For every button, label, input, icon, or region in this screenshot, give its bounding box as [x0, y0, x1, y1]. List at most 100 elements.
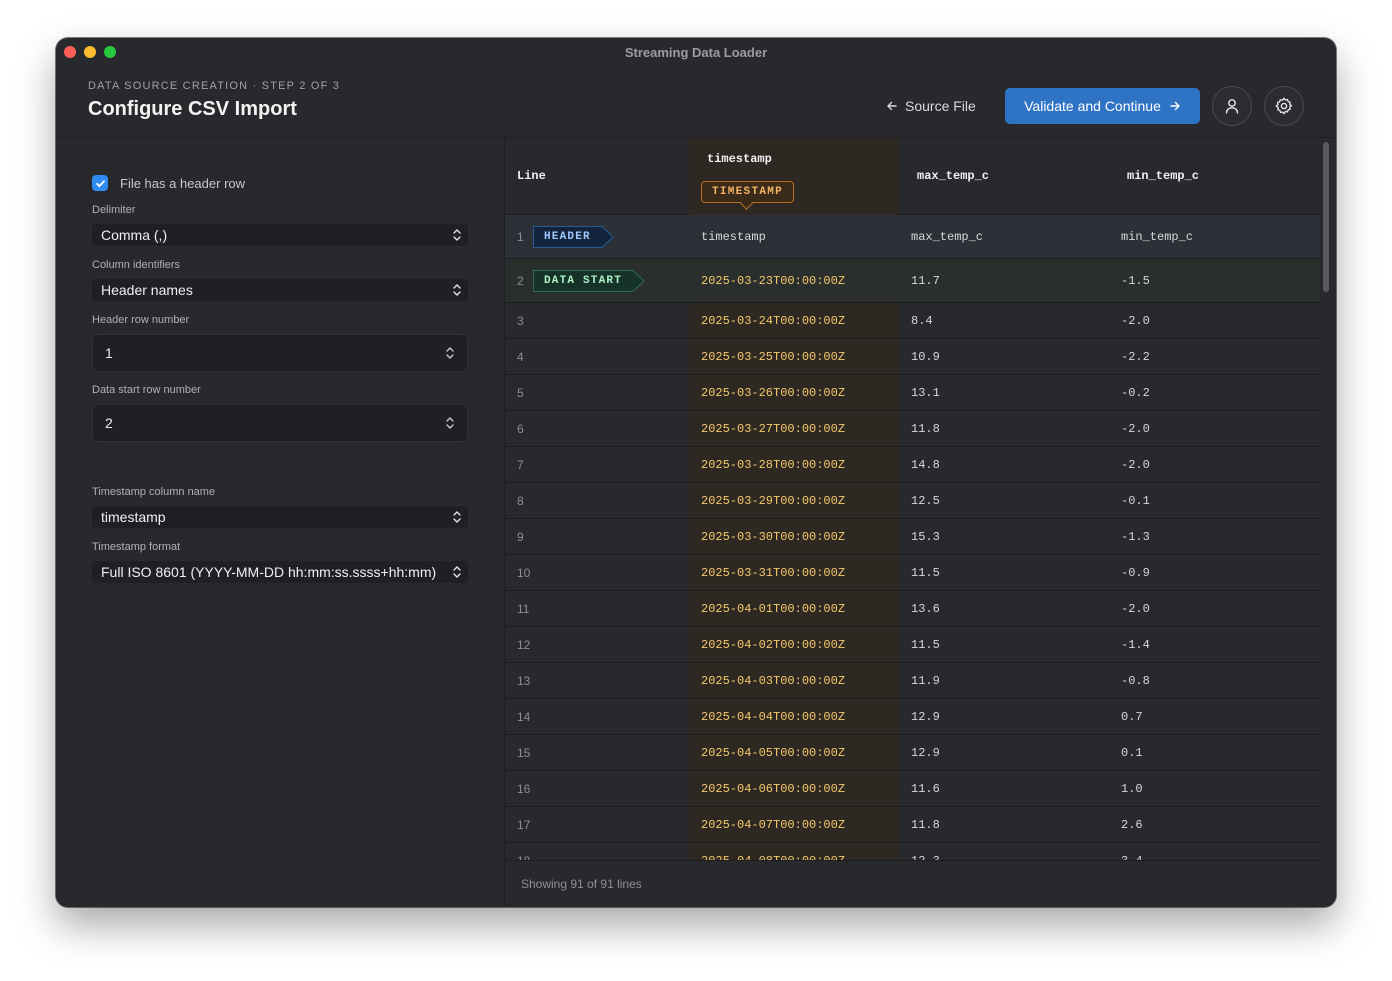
- line-number: 6: [517, 421, 524, 436]
- line-number: 9: [517, 529, 524, 544]
- back-button-label: Source File: [905, 98, 976, 114]
- arrow-right-icon: [1170, 101, 1180, 111]
- tag-label: HEADER: [544, 230, 591, 243]
- close-window-button[interactable]: [64, 46, 76, 58]
- table-row[interactable]: 15 2025-04-05T00:00:00Z 12.9 0.1: [505, 735, 1320, 771]
- table-row[interactable]: 11 2025-04-01T00:00:00Z 13.6 -2.0: [505, 591, 1320, 627]
- header-row-number-stepper[interactable]: 1: [92, 334, 468, 372]
- scrollbar-thumb[interactable]: [1323, 142, 1329, 292]
- max-temp-cell: 13.1: [911, 385, 940, 400]
- min-temp-cell: -2.0: [1121, 313, 1150, 328]
- data-start-row-value: 2: [105, 415, 113, 431]
- table-header: Line timestamp TIMESTAMP max_temp_c min_…: [505, 138, 1320, 215]
- validate-button-label: Validate and Continue: [1024, 98, 1161, 114]
- timestamp-column-select[interactable]: timestamp: [92, 506, 468, 528]
- table-row[interactable]: 7 2025-03-28T00:00:00Z 14.8 -2.0: [505, 447, 1320, 483]
- line-number: 4: [517, 349, 524, 364]
- max-temp-cell: 14.8: [911, 457, 940, 472]
- timestamp-cell: 2025-03-25T00:00:00Z: [689, 339, 899, 374]
- min-temp-cell: min_temp_c: [1121, 229, 1194, 244]
- table-row[interactable]: 12 2025-04-02T00:00:00Z 11.5 -1.4: [505, 627, 1320, 663]
- max-temp-cell: 11.6: [911, 781, 940, 796]
- min-temp-cell: 0.7: [1121, 709, 1143, 724]
- timestamp-cell: 2025-03-30T00:00:00Z: [689, 519, 899, 554]
- page-header: DATA SOURCE CREATION · STEP 2 OF 3 Confi…: [56, 66, 1336, 138]
- timestamp-column-label: Timestamp column name: [92, 486, 216, 498]
- data-start-row-stepper[interactable]: 2: [92, 404, 468, 442]
- max-temp-cell: 11.7: [911, 273, 940, 288]
- table-row[interactable]: 18 2025-04-08T00:00:00Z 12.3 3.4: [505, 843, 1320, 860]
- delimiter-select[interactable]: Comma (,): [92, 224, 468, 246]
- min-temp-cell: 1.0: [1121, 781, 1143, 796]
- timestamp-format-value: Full ISO 8601 (YYYY-MM-DD hh:mm:ss.ssss+…: [101, 564, 437, 580]
- validate-and-continue-button[interactable]: Validate and Continue: [1005, 88, 1200, 124]
- chevron-up-down-icon: [453, 511, 461, 523]
- table-row[interactable]: 8 2025-03-29T00:00:00Z 12.5 -0.1: [505, 483, 1320, 519]
- table-row[interactable]: 1 HEADER timestamp max_temp_c min_temp_c: [505, 215, 1320, 259]
- column-header-min-temp[interactable]: min_temp_c: [1127, 138, 1199, 215]
- header-row-checkbox-row[interactable]: File has a header row: [92, 175, 245, 191]
- header-row-checkbox[interactable]: [92, 175, 108, 191]
- table-row[interactable]: 3 2025-03-24T00:00:00Z 8.4 -2.0: [505, 303, 1320, 339]
- data-start-row-label: Data start row number: [92, 384, 201, 396]
- max-temp-cell: 11.9: [911, 673, 940, 688]
- line-number: 15: [517, 745, 531, 760]
- delimiter-value: Comma (,): [101, 227, 168, 243]
- line-number: 18: [517, 843, 530, 861]
- arrow-left-icon: [887, 101, 897, 111]
- timestamp-cell: 2025-03-29T00:00:00Z: [689, 483, 899, 518]
- line-number: 3: [517, 313, 524, 328]
- column-identifiers-select[interactable]: Header names: [92, 279, 468, 301]
- data-start-tag: DATA START: [533, 269, 645, 292]
- timestamp-format-select[interactable]: Full ISO 8601 (YYYY-MM-DD hh:mm:ss.ssss+…: [92, 561, 468, 583]
- stepper-arrows-icon[interactable]: [445, 415, 455, 431]
- table-row[interactable]: 17 2025-04-07T00:00:00Z 11.8 2.6: [505, 807, 1320, 843]
- min-temp-cell: -1.3: [1121, 529, 1150, 544]
- timestamp-cell: 2025-03-27T00:00:00Z: [689, 411, 899, 446]
- line-number: 1: [517, 229, 524, 244]
- line-number: 8: [517, 493, 524, 508]
- timestamp-format-label: Timestamp format: [92, 541, 181, 553]
- chevron-up-down-icon: [453, 284, 461, 296]
- timestamp-cell: 2025-04-02T00:00:00Z: [689, 627, 899, 662]
- line-number: 13: [517, 673, 531, 688]
- table-row[interactable]: 9 2025-03-30T00:00:00Z 15.3 -1.3: [505, 519, 1320, 555]
- line-number: 12: [517, 637, 531, 652]
- column-header-max-temp[interactable]: max_temp_c: [917, 138, 989, 215]
- table-row[interactable]: 2 DATA START 2025-03-23T00:00:00Z 11.7 -1.5: [505, 259, 1320, 303]
- import-settings-panel: File has a header row Delimiter Comma (,…: [56, 138, 505, 907]
- header-row-checkbox-label: File has a header row: [120, 175, 246, 191]
- checkmark-icon: [95, 179, 105, 187]
- tag-arrow-icon: [623, 269, 645, 292]
- chevron-up-down-icon: [453, 229, 461, 241]
- max-temp-cell: 12.9: [911, 709, 940, 724]
- table-body: 1 HEADER timestamp max_temp_c min_temp_c 2 DAT…: [505, 215, 1320, 860]
- min-temp-cell: -2.2: [1121, 349, 1150, 364]
- line-number: 10: [517, 565, 531, 580]
- table-row[interactable]: 6 2025-03-27T00:00:00Z 11.8 -2.0: [505, 411, 1320, 447]
- minimize-window-button[interactable]: [84, 46, 96, 58]
- header-row-number-value: 1: [105, 345, 113, 361]
- stepper-arrows-icon[interactable]: [445, 345, 455, 361]
- settings-button[interactable]: [1264, 86, 1304, 126]
- breadcrumb: DATA SOURCE CREATION · STEP 2 OF 3: [88, 80, 341, 92]
- table-row[interactable]: 14 2025-04-04T00:00:00Z 12.9 0.7: [505, 699, 1320, 735]
- min-temp-cell: -0.8: [1121, 673, 1150, 688]
- line-number: 14: [517, 709, 531, 724]
- table-row[interactable]: 4 2025-03-25T00:00:00Z 10.9 -2.2: [505, 339, 1320, 375]
- max-temp-cell: 8.4: [911, 313, 933, 328]
- zoom-window-button[interactable]: [104, 46, 116, 58]
- user-button[interactable]: [1212, 86, 1252, 126]
- table-row[interactable]: 5 2025-03-26T00:00:00Z 13.1 -0.2: [505, 375, 1320, 411]
- column-header-timestamp[interactable]: timestamp: [689, 138, 899, 215]
- line-number: 16: [517, 781, 531, 796]
- table-row[interactable]: 13 2025-04-03T00:00:00Z 11.9 -0.8: [505, 663, 1320, 699]
- table-scrollbar[interactable]: [1320, 138, 1332, 860]
- max-temp-cell: 11.5: [911, 637, 940, 652]
- column-identifiers-label: Column identifiers: [92, 259, 181, 271]
- table-row[interactable]: 16 2025-04-06T00:00:00Z 11.6 1.0: [505, 771, 1320, 807]
- back-to-source-file-button[interactable]: Source File: [886, 96, 976, 116]
- column-header-timestamp-label: timestamp: [707, 152, 772, 166]
- min-temp-cell: 0.1: [1121, 745, 1143, 760]
- table-row[interactable]: 10 2025-03-31T00:00:00Z 11.5 -0.9: [505, 555, 1320, 591]
